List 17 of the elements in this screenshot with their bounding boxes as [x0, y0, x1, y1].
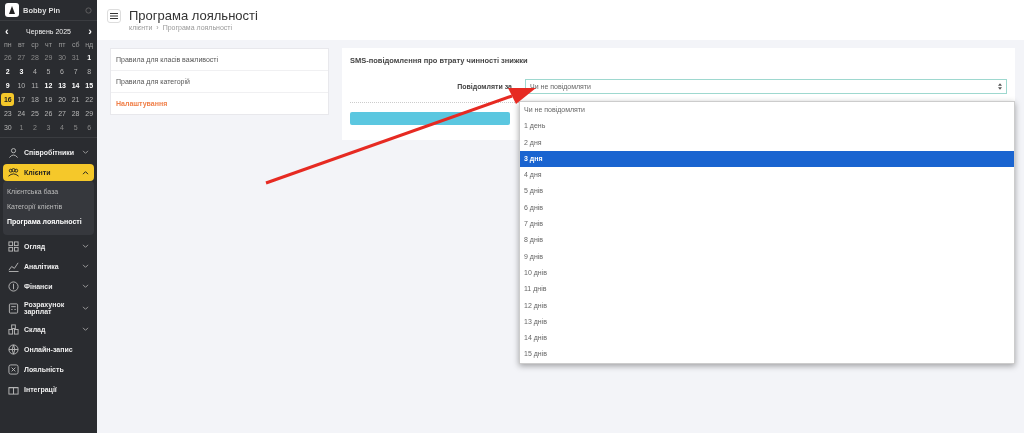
save-button[interactable]: [350, 112, 510, 125]
chart-icon: [8, 261, 19, 272]
previous-month-button[interactable]: ‹: [5, 25, 9, 37]
square-x-icon: [8, 364, 19, 375]
person-icon: [8, 147, 19, 158]
menu-icon: [110, 13, 118, 19]
people-icon: [8, 167, 19, 178]
page-title: Програма лояльності: [129, 9, 258, 24]
select-arrows-icon: [998, 83, 1002, 90]
globe-icon: [8, 344, 19, 355]
coin-icon: [8, 281, 19, 292]
logo-icon: [5, 3, 19, 17]
grid-icon: [8, 241, 19, 252]
menu-button[interactable]: [107, 9, 121, 23]
next-month-button[interactable]: ›: [88, 25, 92, 37]
calculator-icon: [8, 302, 19, 314]
boxes-icon: [8, 324, 19, 335]
